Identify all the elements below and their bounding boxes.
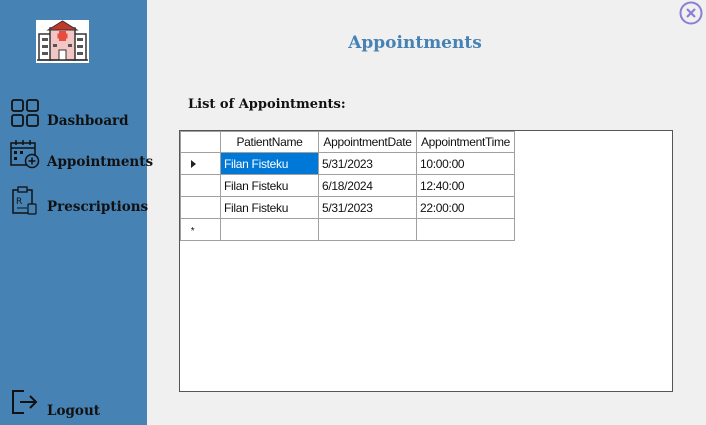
current-row-arrow-icon bbox=[191, 159, 196, 168]
new-row-marker: * bbox=[190, 225, 195, 237]
table-row[interactable]: Filan Fisteku 6/18/2024 12:40:00 bbox=[180, 174, 515, 197]
logout-label: Logout bbox=[47, 403, 100, 419]
new-row[interactable]: * bbox=[180, 218, 515, 241]
calendar-add-icon bbox=[10, 140, 40, 169]
logout-button[interactable]: Logout bbox=[0, 388, 147, 424]
table-cell[interactable]: Filan Fisteku bbox=[220, 174, 319, 197]
close-button[interactable] bbox=[679, 1, 703, 25]
page-title: Appointments bbox=[348, 33, 482, 53]
row-header[interactable]: * bbox=[180, 218, 221, 241]
table-cell[interactable] bbox=[416, 218, 515, 241]
table-cell[interactable] bbox=[318, 218, 417, 241]
table-cell[interactable]: Filan Fisteku bbox=[220, 196, 319, 219]
close-icon bbox=[679, 1, 703, 25]
hospital-logo-icon bbox=[36, 20, 89, 63]
table-cell[interactable]: 10:00:00 bbox=[416, 152, 515, 175]
sidebar-item-label: Appointments bbox=[47, 154, 154, 170]
column-header-appointment-date[interactable]: AppointmentDate bbox=[318, 131, 417, 153]
sidebar-item-appointments[interactable]: Appointments bbox=[0, 139, 153, 175]
table-header-row: PatientName AppointmentDate AppointmentT… bbox=[180, 131, 515, 153]
table-row[interactable]: Filan Fisteku 5/31/2023 10:00:00 bbox=[180, 152, 515, 175]
svg-text:R: R bbox=[16, 197, 22, 207]
table-cell[interactable] bbox=[220, 218, 319, 241]
row-header[interactable] bbox=[180, 174, 221, 197]
table-cell[interactable]: 12:40:00 bbox=[416, 174, 515, 197]
row-header[interactable] bbox=[180, 196, 221, 219]
sidebar: Dashboard Appointments R Prescriptions L… bbox=[0, 0, 153, 425]
appointments-table: PatientName AppointmentDate AppointmentT… bbox=[180, 131, 515, 241]
table-cell[interactable]: 6/18/2024 bbox=[318, 174, 417, 197]
table-cell[interactable]: 5/31/2023 bbox=[318, 196, 417, 219]
logout-icon bbox=[12, 390, 38, 414]
sidebar-item-label: Prescriptions bbox=[47, 199, 149, 215]
sidebar-item-label: Dashboard bbox=[47, 113, 129, 129]
prescription-icon: R bbox=[12, 186, 37, 215]
table-cell[interactable]: 5/31/2023 bbox=[318, 152, 417, 175]
table-row[interactable]: Filan Fisteku 5/31/2023 22:00:00 bbox=[180, 196, 515, 219]
grid-corner-cell[interactable] bbox=[180, 131, 221, 153]
table-cell[interactable]: 22:00:00 bbox=[416, 196, 515, 219]
sidebar-item-dashboard[interactable]: Dashboard bbox=[0, 98, 147, 134]
row-header[interactable] bbox=[180, 152, 221, 175]
sidebar-item-prescriptions[interactable]: R Prescriptions bbox=[0, 186, 149, 222]
appointments-grid[interactable]: PatientName AppointmentDate AppointmentT… bbox=[179, 130, 673, 392]
dashboard-grid-icon bbox=[11, 99, 39, 127]
column-header-patient-name[interactable]: PatientName bbox=[220, 131, 319, 153]
table-cell[interactable]: Filan Fisteku bbox=[220, 152, 319, 175]
column-header-appointment-time[interactable]: AppointmentTime bbox=[416, 131, 515, 153]
list-title: List of Appointments: bbox=[188, 97, 346, 112]
